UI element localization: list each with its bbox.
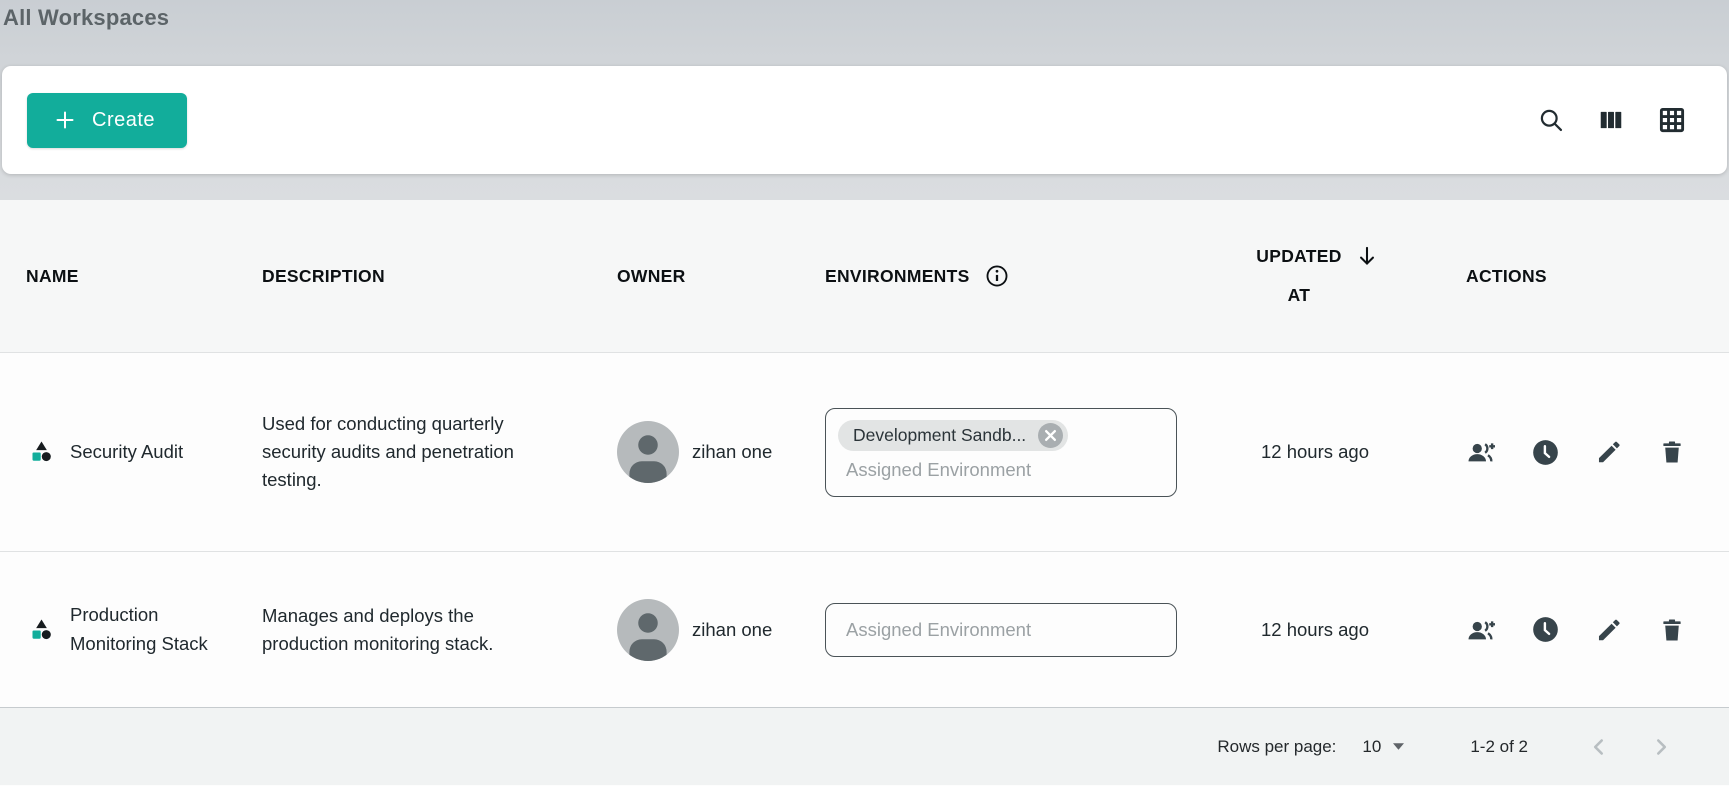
col-header-actions: ACTIONS: [1440, 266, 1729, 287]
clock-icon: [1531, 615, 1560, 644]
rows-per-page-select[interactable]: 10: [1362, 737, 1404, 757]
name-cell: Production Monitoring Stack: [0, 601, 238, 658]
table-footer: Rows per page: 10 1-2 of 2: [0, 707, 1729, 785]
col-header-description: DESCRIPTION: [238, 266, 593, 287]
create-button-label: Create: [92, 109, 155, 132]
pencil-icon: [1595, 616, 1623, 644]
updated-at-cell: 12 hours ago: [1190, 441, 1440, 463]
group-add-icon: [1466, 615, 1496, 645]
create-button[interactable]: Create: [27, 93, 187, 148]
environment-placeholder: Assigned Environment: [838, 615, 1164, 645]
plus-icon: [53, 108, 77, 132]
updated-at-header-label: UPDATED AT: [1250, 237, 1348, 316]
col-header-environments: ENVIRONMENTS: [825, 263, 1190, 289]
pencil-icon: [1595, 438, 1623, 466]
workspace-category-icon: [30, 618, 53, 641]
owner-name: zihan one: [692, 619, 772, 641]
edit-button[interactable]: [1595, 616, 1623, 644]
top-section: All Workspaces Create: [0, 0, 1729, 200]
column-view-button[interactable]: [1597, 106, 1625, 134]
chevron-left-icon: [1586, 734, 1612, 760]
columns-icon: [1597, 106, 1625, 134]
chip-remove-button[interactable]: [1038, 423, 1063, 448]
workspace-name: Security Audit: [70, 438, 183, 467]
table-row: Security Audit Used for conducting quart…: [0, 352, 1729, 551]
toolbar: Create: [2, 66, 1727, 174]
owner-name: zihan one: [692, 441, 772, 463]
trash-icon: [1658, 616, 1686, 644]
close-icon: [1044, 429, 1057, 442]
search-icon: [1537, 106, 1565, 134]
actions-cell: [1440, 615, 1729, 645]
rows-per-page-label: Rows per page:: [1217, 737, 1336, 757]
next-page-button[interactable]: [1648, 734, 1674, 760]
page-range-label: 1-2 of 2: [1470, 737, 1528, 757]
col-header-updated-at[interactable]: UPDATED AT: [1190, 237, 1440, 316]
table-row: Production Monitoring Stack Manages and …: [0, 551, 1729, 707]
grid-view-button[interactable]: [1657, 105, 1687, 135]
chevron-right-icon: [1648, 734, 1674, 760]
dropdown-caret-icon: [1393, 743, 1404, 750]
delete-button[interactable]: [1658, 438, 1686, 466]
previous-page-button[interactable]: [1586, 734, 1612, 760]
toolbar-icons: [1537, 105, 1687, 135]
name-cell: Security Audit: [0, 438, 238, 467]
group-add-icon: [1466, 437, 1496, 467]
table-header: NAME DESCRIPTION OWNER ENVIRONMENTS UPDA…: [0, 200, 1729, 352]
owner-avatar: [617, 599, 679, 661]
environments-cell: Assigned Environment: [825, 603, 1190, 657]
trash-icon: [1658, 438, 1686, 466]
sort-descending-icon: [1354, 243, 1380, 269]
workspace-name: Production Monitoring Stack: [70, 601, 230, 658]
workspace-description: Used for conducting quarterly security a…: [262, 410, 554, 493]
owner-cell: zihan one: [593, 421, 825, 483]
environments-select[interactable]: Assigned Environment: [825, 603, 1177, 657]
workspace-description: Manages and deploys the production monit…: [262, 602, 554, 658]
environments-header-label: ENVIRONMENTS: [825, 266, 970, 287]
clock-icon: [1531, 438, 1560, 467]
grid-view-icon: [1657, 105, 1687, 135]
col-header-name: NAME: [0, 266, 238, 287]
delete-button[interactable]: [1658, 616, 1686, 644]
col-header-owner: OWNER: [593, 266, 825, 287]
environments-cell: Development Sandb... Assigned Environmen…: [825, 408, 1190, 497]
environments-select[interactable]: Development Sandb... Assigned Environmen…: [825, 408, 1177, 497]
info-icon[interactable]: [984, 263, 1010, 289]
edit-button[interactable]: [1595, 438, 1623, 466]
environment-chip-label: Development Sandb...: [853, 425, 1026, 446]
environment-placeholder: Assigned Environment: [838, 455, 1164, 485]
workspaces-table: NAME DESCRIPTION OWNER ENVIRONMENTS UPDA…: [0, 200, 1729, 785]
description-cell: Used for conducting quarterly security a…: [238, 410, 593, 493]
search-button[interactable]: [1537, 106, 1565, 134]
owner-avatar: [617, 421, 679, 483]
page-title: All Workspaces: [0, 0, 1729, 31]
add-user-button[interactable]: [1466, 437, 1496, 467]
rows-per-page-value: 10: [1362, 737, 1381, 757]
workspace-category-icon: [30, 440, 53, 463]
history-button[interactable]: [1531, 615, 1560, 644]
description-cell: Manages and deploys the production monit…: [238, 602, 593, 658]
owner-cell: zihan one: [593, 599, 825, 661]
updated-at-cell: 12 hours ago: [1190, 619, 1440, 641]
history-button[interactable]: [1531, 438, 1560, 467]
environment-chip: Development Sandb...: [838, 420, 1068, 451]
add-user-button[interactable]: [1466, 615, 1496, 645]
actions-cell: [1440, 437, 1729, 467]
